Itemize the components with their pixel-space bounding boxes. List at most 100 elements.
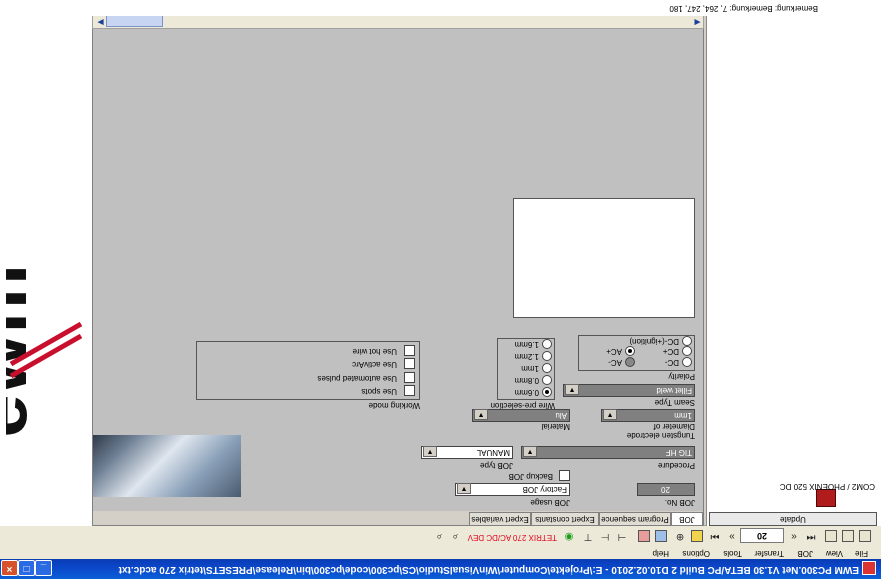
chevron-down-icon: ▼: [457, 483, 471, 494]
job-icon[interactable]: [691, 530, 703, 542]
horizontal-scrollbar[interactable]: ◀ ▶: [92, 14, 704, 29]
job-editor: JOB Program sequence Expert constants Ex…: [92, 27, 704, 526]
menu-file[interactable]: File: [855, 549, 868, 558]
job-type-value: MANUAL: [476, 448, 510, 457]
wire-1-label: 1mm: [521, 364, 539, 373]
machine-label[interactable]: COM2 / PHOENIX 520 DC: [780, 482, 875, 491]
search-icon[interactable]: ⌕: [433, 530, 445, 542]
app-icon: [862, 561, 876, 575]
save-icon[interactable]: [842, 530, 854, 542]
job-no-label: JOB No.: [664, 498, 695, 507]
compare-icon[interactable]: [655, 530, 667, 542]
preview-box: [513, 198, 695, 318]
use-hot-wire-checkbox[interactable]: [404, 345, 415, 356]
tab-expert-constants[interactable]: Expert constants: [531, 512, 599, 525]
seam-type-label: Seam Type: [654, 398, 695, 407]
wire-0.8-radio[interactable]: [542, 375, 552, 385]
tab-expert-variables[interactable]: Expert variables: [469, 512, 531, 525]
wire-1.6-radio[interactable]: [542, 339, 552, 349]
tungsten-label: Tungsten electrode: [626, 431, 695, 440]
chevron-down-icon: ▼: [474, 409, 488, 420]
previous-icon[interactable]: «: [788, 530, 800, 542]
polarity-label: Polarity: [668, 372, 695, 381]
wire-1.2-radio[interactable]: [542, 351, 552, 361]
backup-job-label: Backup JOB: [508, 472, 553, 481]
wire-1.6-label: 1.6mm: [514, 340, 539, 349]
use-spots-checkbox[interactable]: [404, 385, 415, 396]
backup-job-checkbox[interactable]: [559, 470, 570, 481]
transfer-left-icon[interactable]: ⊣: [616, 530, 628, 542]
status-text: Bemerkung: Bemerkung: 7, 264, 247, 180: [669, 4, 818, 13]
job-usage-label: JOB usage: [530, 498, 570, 507]
status-bar: Bemerkung: Bemerkung: 7, 264, 247, 180: [0, 0, 881, 16]
job-usage-value: Factory JOB: [522, 485, 567, 494]
working-mode-label: Working mode: [368, 401, 420, 410]
job-no-value: 20: [661, 485, 670, 494]
job-type-dropdown[interactable]: MANUAL ▼: [421, 446, 513, 459]
use-hot-wire-label: Use hot wire: [352, 347, 397, 356]
job-number-input[interactable]: 20: [740, 528, 784, 543]
welding-photo: [93, 435, 241, 497]
polarity-ac-minus-label: AC-: [608, 358, 622, 367]
power-source-label[interactable]: TETRIX 270 AC/DC DEV: [468, 533, 557, 542]
maximize-button[interactable]: □: [18, 560, 35, 576]
use-activarc-checkbox[interactable]: [404, 358, 415, 369]
title-bar: EWM PC300.Net V1.30 BETA/PC Build 2 D10.…: [0, 559, 881, 579]
polarity-dc-plus-radio[interactable]: [682, 346, 692, 356]
menu-options[interactable]: Options: [682, 549, 710, 558]
scroll-left-icon[interactable]: ◀: [692, 16, 703, 28]
toolbar: ⏮ « 20 » ⏭ ⊕ ⊣ ⊢ ⊤ ◉ TETRIX 270 AC/DC DE…: [0, 525, 881, 545]
diameter-value: 1mm: [674, 411, 692, 420]
menu-view[interactable]: View: [826, 549, 843, 558]
tab-program-sequence[interactable]: Program sequence: [599, 512, 671, 525]
wire-preselection-label: Wire pre-selection: [490, 401, 555, 410]
diameter-dropdown[interactable]: 1mm ▼: [601, 409, 695, 422]
zoom-icon[interactable]: ⌕: [449, 530, 461, 542]
transfer-all-icon[interactable]: ⊤: [582, 530, 594, 542]
tab-bar: JOB Program sequence Expert constants Ex…: [93, 511, 703, 525]
menu-job[interactable]: JOB: [797, 549, 813, 558]
use-automated-pulses-label: Use automated pulses: [317, 374, 397, 383]
polarity-dc-plus-label: DC+: [662, 347, 679, 356]
job-usage-dropdown[interactable]: Factory JOB ▼: [455, 483, 570, 496]
material-dropdown[interactable]: Alu ▼: [472, 409, 570, 422]
seam-type-dropdown[interactable]: Fillet weld ▼: [563, 384, 695, 397]
procedure-dropdown[interactable]: TIG HF ▼: [521, 446, 695, 459]
update-button[interactable]: Update: [709, 512, 877, 526]
polarity-ac-minus-radio[interactable]: [625, 357, 635, 367]
chevron-down-icon: ▼: [423, 446, 437, 457]
use-automated-pulses-checkbox[interactable]: [404, 372, 415, 383]
polarity-ac-plus-radio[interactable]: [625, 346, 635, 356]
tab-job[interactable]: JOB: [671, 512, 703, 525]
minimize-button[interactable]: _: [35, 560, 52, 576]
polarity-ac-plus-label: AC+: [606, 347, 622, 356]
procedure-label: Procedure: [658, 461, 695, 470]
delete-icon[interactable]: [638, 530, 650, 542]
chevron-down-icon: ▼: [523, 446, 537, 457]
next-icon[interactable]: »: [726, 530, 738, 542]
machine-panel: Update COM2 / PHOENIX 520 DC: [706, 0, 881, 526]
material-value: Alu: [555, 411, 567, 420]
copy-icon[interactable]: ⊕: [674, 530, 686, 542]
transfer-right-icon[interactable]: ⊢: [599, 530, 611, 542]
job-no-field[interactable]: 20: [637, 483, 695, 496]
scroll-thumb[interactable]: [106, 15, 163, 27]
scroll-right-icon[interactable]: ▶: [95, 16, 106, 28]
menu-help[interactable]: Help: [653, 549, 669, 558]
menu-tools[interactable]: Tools: [723, 549, 742, 558]
close-button[interactable]: ×: [1, 560, 18, 576]
diameter-label: Diameter of: [653, 422, 695, 431]
print-icon[interactable]: [825, 530, 837, 542]
job-type-label: JOB type: [480, 461, 513, 470]
last-icon[interactable]: ⏭: [709, 530, 721, 542]
polarity-dc-ignition-radio[interactable]: [682, 336, 692, 346]
welding-machine-icon[interactable]: [816, 489, 836, 507]
connect-icon[interactable]: ◉: [563, 530, 575, 542]
wire-1-radio[interactable]: [542, 363, 552, 373]
open-icon[interactable]: [859, 530, 871, 542]
polarity-dc-ignition-label: DC-(+ignition): [629, 337, 679, 346]
polarity-dc-minus-radio[interactable]: [682, 357, 692, 367]
wire-0.6-radio[interactable]: [542, 387, 552, 397]
first-icon[interactable]: ⏮: [805, 530, 817, 542]
menu-transfer[interactable]: Transfer: [755, 549, 785, 558]
